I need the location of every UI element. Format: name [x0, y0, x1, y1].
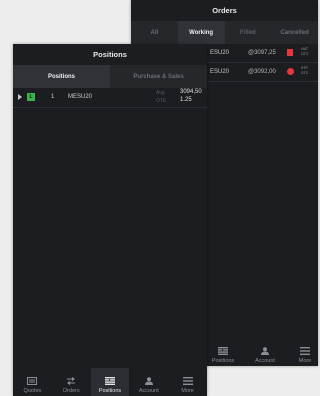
account-icon — [261, 347, 269, 355]
positions-tabs: Positions Purchase & Sales — [13, 65, 207, 88]
orders-title: Orders — [212, 6, 237, 15]
order-symbol: ESU20 — [210, 69, 230, 75]
orders-tabs: All Working Filled Cancelled — [131, 21, 318, 44]
nav-orders-label: Orders — [62, 388, 80, 394]
order-status-indicator — [287, 68, 294, 75]
order-symbol: ESU20 — [210, 50, 230, 56]
nav-more-label: More — [181, 388, 194, 394]
tab-positions-label: Positions — [47, 73, 75, 80]
nav-positions-label: Positions — [211, 358, 235, 364]
ote-value: 1.25 — [180, 97, 192, 103]
expand-arrow-icon[interactable] — [18, 94, 22, 100]
nav-account[interactable]: Account — [129, 368, 168, 396]
position-row[interactable]: L 1 MESU20 Avg 3094,50 OTE 1.25 — [13, 88, 207, 108]
order-type-line2: GTC — [301, 52, 309, 56]
tab-all-label: All — [150, 29, 159, 36]
more-icon — [182, 377, 193, 385]
tab-filled[interactable]: Filled — [225, 21, 272, 44]
position-symbol: MESU20 — [68, 94, 93, 100]
order-type: LMT GTC — [301, 47, 308, 57]
tab-positions[interactable]: Positions — [13, 65, 110, 88]
order-type-line1: STP — [301, 66, 308, 70]
nav-more-label: More — [298, 358, 312, 364]
nav-account-label: Account — [255, 358, 275, 364]
orders-icon — [67, 377, 76, 385]
tab-filled-label: Filled — [240, 29, 256, 36]
ote-label: OTE — [156, 98, 167, 104]
tab-cancelled[interactable]: Cancelled — [271, 21, 318, 44]
order-status-indicator — [287, 49, 293, 56]
avg-value: 3094,50 — [180, 89, 202, 95]
positions-icon — [104, 377, 115, 385]
tab-purchase-sales[interactable]: Purchase & Sales — [110, 65, 207, 88]
nav-orders[interactable]: Orders — [52, 368, 91, 396]
positions-bottom-nav: Quotes Orders Positions Account More — [13, 368, 207, 396]
tab-working-label: Working — [189, 29, 214, 36]
position-quantity: 1 — [51, 94, 55, 100]
order-type: STP GTC — [301, 66, 308, 76]
order-type-line1: LMT — [301, 47, 308, 51]
avg-label: Avg — [156, 90, 165, 96]
quotes-icon — [27, 377, 38, 385]
nav-positions[interactable]: Positions — [203, 335, 243, 366]
nav-positions[interactable]: Positions — [90, 368, 130, 396]
tab-cancelled-label: Cancelled — [280, 29, 309, 36]
positions-icon — [218, 347, 228, 355]
order-price: @3092,00 — [248, 69, 276, 75]
more-icon — [300, 347, 310, 355]
tab-all[interactable]: All — [131, 21, 178, 44]
positions-window: Positions Positions Purchase & Sales L 1… — [13, 44, 207, 396]
nav-more[interactable]: More — [287, 335, 318, 366]
nav-more[interactable]: More — [168, 368, 207, 396]
nav-quotes[interactable]: Quotes — [13, 368, 52, 396]
nav-positions-label: Positions — [98, 388, 122, 394]
nav-quotes-label: Quotes — [23, 388, 42, 394]
side-badge: L — [27, 93, 35, 101]
positions-title: Positions — [93, 50, 127, 59]
nav-account[interactable]: Account — [243, 335, 287, 366]
tab-working[interactable]: Working — [177, 21, 225, 44]
nav-account-label: Account — [138, 388, 159, 394]
order-type-line2: GTC — [301, 71, 309, 75]
account-icon — [144, 377, 153, 385]
tab-purchase-sales-label: Purchase & Sales — [133, 73, 184, 80]
order-price: @3097,25 — [248, 50, 276, 56]
